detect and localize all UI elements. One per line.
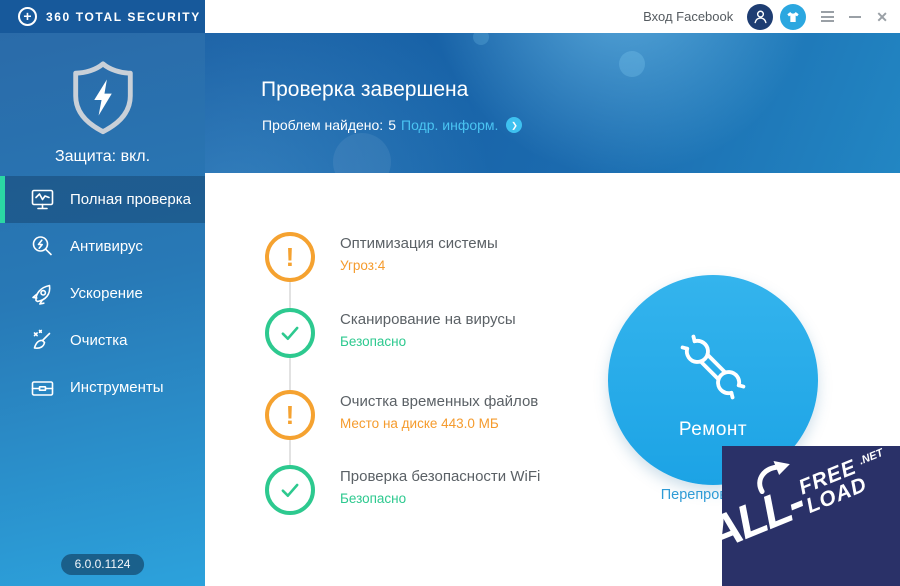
check-item-system-optimization: ! Оптимизация системы Угроз:4 — [265, 232, 498, 282]
theme-button[interactable] — [780, 4, 806, 30]
brand-title: 360 TOTAL SECURITY — [46, 10, 201, 24]
scan-result-title: Проверка завершена — [261, 78, 468, 102]
user-icon — [752, 8, 769, 25]
details-arrow-icon[interactable]: ❯ — [506, 117, 522, 133]
details-link[interactable]: Подр. информ. — [401, 117, 498, 133]
success-check-icon — [265, 465, 315, 515]
protection-status-label: Защита: вкл. — [0, 148, 205, 166]
check-item-wifi-security: Проверка безопасности WiFi Безопасно — [265, 465, 540, 515]
check-item-temp-files: ! Очистка временных файлов Место на диск… — [265, 390, 538, 440]
rocket-icon — [29, 280, 56, 307]
monitor-pulse-icon — [29, 186, 56, 213]
check-item-status: Безопасно — [340, 334, 516, 349]
check-item-title: Проверка безопасности WiFi — [340, 468, 540, 485]
check-item-title: Очистка временных файлов — [340, 393, 538, 410]
tshirt-icon — [785, 9, 801, 25]
check-item-title: Сканирование на вирусы — [340, 311, 516, 328]
brand-plus-icon: + — [18, 7, 37, 26]
timeline-connector — [289, 257, 291, 490]
warning-icon: ! — [265, 232, 315, 282]
minimize-icon — [849, 16, 861, 18]
watermark-logo: ALL- FREE LOAD .NET — [722, 446, 895, 555]
check-item-title: Оптимизация системы — [340, 235, 498, 252]
wrench-icon — [665, 319, 761, 415]
sidebar-item-cleanup[interactable]: Очистка — [0, 317, 205, 364]
scan-result-subline: Проблем найдено: 5 Подр. информ. ❯ — [262, 117, 522, 133]
sidebar-menu: Полная проверка Антивирус Ускорение — [0, 176, 205, 411]
main-menu-button[interactable] — [821, 9, 834, 23]
titlebar: Вход Facebook ✕ — [205, 0, 900, 33]
broom-icon — [29, 327, 56, 354]
problems-found-label: Проблем найдено: — [262, 117, 383, 133]
version-badge: 6.0.0.1124 — [61, 554, 145, 575]
close-icon: ✕ — [876, 10, 888, 24]
warning-icon: ! — [265, 390, 315, 440]
facebook-login-link[interactable]: Вход Facebook — [643, 9, 733, 24]
magnifier-bolt-icon — [29, 233, 56, 260]
sidebar-item-tools[interactable]: Инструменты — [0, 364, 205, 411]
sidebar-item-label: Очистка — [70, 332, 127, 349]
repair-button-label: Ремонт — [679, 419, 747, 441]
problems-count: 5 — [388, 117, 396, 133]
sidebar: Защита: вкл. Полная проверка Антивирус — [0, 33, 205, 586]
check-item-virus-scan: Сканирование на вирусы Безопасно — [265, 308, 516, 358]
sidebar-item-label: Антивирус — [70, 238, 143, 255]
bokeh-decoration — [333, 133, 391, 173]
check-item-status: Безопасно — [340, 491, 540, 506]
protection-status-block: Защита: вкл. — [0, 59, 205, 166]
watermark-overlay: ALL- FREE LOAD .NET — [722, 446, 900, 586]
sidebar-item-speedup[interactable]: Ускорение — [0, 270, 205, 317]
sidebar-item-full-check[interactable]: Полная проверка — [0, 176, 205, 223]
sidebar-item-label: Полная проверка — [70, 191, 191, 208]
account-button[interactable] — [747, 4, 773, 30]
check-item-status: Место на диске 443.0 МБ — [340, 416, 538, 431]
success-check-icon — [265, 308, 315, 358]
hamburger-icon — [821, 11, 834, 13]
sidebar-item-label: Ускорение — [70, 285, 143, 302]
bokeh-decoration — [473, 33, 489, 45]
app-window: + 360 TOTAL SECURITY Вход Facebook ✕ — [0, 0, 900, 586]
sidebar-item-label: Инструменты — [70, 379, 164, 396]
close-button[interactable]: ✕ — [876, 10, 888, 24]
logo-bar: + 360 TOTAL SECURITY — [0, 0, 205, 33]
toolbox-icon — [29, 374, 56, 401]
check-item-status: Угроз:4 — [340, 258, 498, 273]
sidebar-item-antivirus[interactable]: Антивирус — [0, 223, 205, 270]
shield-bolt-icon — [66, 59, 140, 137]
scan-result-banner: Проверка завершена Проблем найдено: 5 По… — [205, 33, 900, 173]
minimize-button[interactable] — [849, 16, 861, 18]
bokeh-decoration — [619, 51, 645, 77]
